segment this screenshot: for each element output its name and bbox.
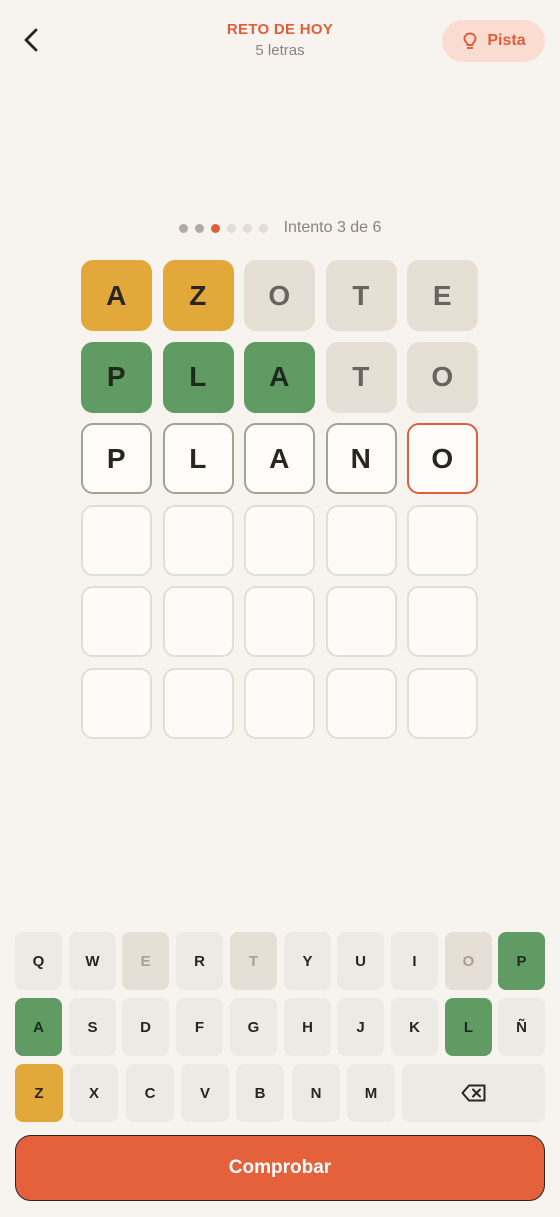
letter-tile: O bbox=[407, 341, 478, 413]
letter-tile bbox=[81, 504, 152, 576]
hint-label: Pista bbox=[487, 32, 526, 49]
letter-tile: T bbox=[325, 341, 397, 413]
letter-tile bbox=[407, 667, 478, 739]
top-bar: RETO DE HOY 5 letras Pista bbox=[0, 0, 560, 84]
letter-tile bbox=[81, 667, 152, 739]
progress-dot bbox=[210, 223, 220, 233]
key-z[interactable]: Z bbox=[15, 1064, 63, 1122]
progress-dots bbox=[178, 223, 268, 233]
key-e[interactable]: E bbox=[122, 932, 169, 990]
letter-tile bbox=[162, 667, 234, 739]
letter-tile bbox=[244, 667, 315, 739]
letter-tile bbox=[244, 504, 315, 576]
key-y[interactable]: Y bbox=[284, 932, 331, 990]
letter-tile: L bbox=[162, 423, 234, 494]
letter-tile bbox=[325, 504, 397, 576]
letter-tile bbox=[407, 586, 478, 657]
key-p[interactable]: P bbox=[498, 932, 545, 990]
keyboard-row: QWERTYUIOP bbox=[15, 932, 545, 990]
keyboard-row: ZXCVBNM bbox=[15, 1064, 545, 1122]
key-k[interactable]: K bbox=[391, 998, 438, 1056]
letter-tile: O bbox=[244, 260, 315, 331]
key-q[interactable]: Q bbox=[15, 932, 62, 990]
key-r[interactable]: R bbox=[176, 932, 223, 990]
letter-tile: N bbox=[325, 423, 397, 494]
letter-tile: A bbox=[244, 423, 315, 494]
key-u[interactable]: U bbox=[337, 932, 384, 990]
progress-dot bbox=[258, 223, 268, 233]
hint-button[interactable]: Pista bbox=[442, 20, 545, 62]
letter-tile bbox=[162, 586, 234, 657]
progress-dot bbox=[226, 223, 236, 233]
letter-tile bbox=[81, 586, 152, 657]
key-s[interactable]: S bbox=[69, 998, 116, 1056]
key-h[interactable]: H bbox=[284, 998, 331, 1056]
letter-tile: T bbox=[325, 260, 397, 331]
key-d[interactable]: D bbox=[122, 998, 169, 1056]
progress-dot bbox=[242, 223, 252, 233]
letter-tile: E bbox=[407, 260, 478, 331]
attempt-progress: Intento 3 de 6 bbox=[0, 219, 560, 237]
letter-tile: A bbox=[81, 260, 152, 331]
key-w[interactable]: W bbox=[69, 932, 116, 990]
key-x[interactable]: X bbox=[70, 1064, 118, 1122]
backspace-icon bbox=[461, 1084, 485, 1102]
submit-button[interactable]: Comprobar bbox=[15, 1135, 545, 1201]
backspace-key[interactable] bbox=[402, 1064, 545, 1122]
letter-tile bbox=[407, 504, 478, 576]
key-ñ[interactable]: Ñ bbox=[498, 998, 545, 1056]
key-t[interactable]: T bbox=[230, 932, 277, 990]
attempt-counter: Intento 3 de 6 bbox=[283, 219, 382, 236]
key-n[interactable]: N bbox=[292, 1064, 340, 1122]
letter-tile: Z bbox=[162, 260, 234, 331]
letter-tile: P bbox=[81, 341, 152, 413]
progress-dot bbox=[194, 223, 204, 233]
letter-tile: L bbox=[162, 341, 234, 413]
key-c[interactable]: C bbox=[126, 1064, 174, 1122]
letter-tile bbox=[244, 586, 315, 657]
letter-tile bbox=[325, 667, 397, 739]
key-i[interactable]: I bbox=[391, 932, 438, 990]
key-b[interactable]: B bbox=[236, 1064, 284, 1122]
key-l[interactable]: L bbox=[445, 998, 492, 1056]
letter-tile: O bbox=[407, 423, 478, 494]
keyboard-row: ASDFGHJKLÑ bbox=[15, 998, 545, 1056]
key-j[interactable]: J bbox=[337, 998, 384, 1056]
lightbulb-icon bbox=[463, 32, 477, 49]
key-a[interactable]: A bbox=[15, 998, 62, 1056]
key-g[interactable]: G bbox=[230, 998, 277, 1056]
key-o[interactable]: O bbox=[445, 932, 492, 990]
progress-dot bbox=[178, 223, 188, 233]
key-f[interactable]: F bbox=[176, 998, 223, 1056]
key-v[interactable]: V bbox=[181, 1064, 229, 1122]
letter-tile: A bbox=[244, 341, 315, 413]
letter-tile bbox=[325, 586, 397, 657]
letter-tile bbox=[162, 504, 234, 576]
key-m[interactable]: M bbox=[347, 1064, 395, 1122]
letter-tile: P bbox=[81, 423, 152, 494]
game-board: AZOTEPLATOPLANO bbox=[81, 260, 478, 739]
